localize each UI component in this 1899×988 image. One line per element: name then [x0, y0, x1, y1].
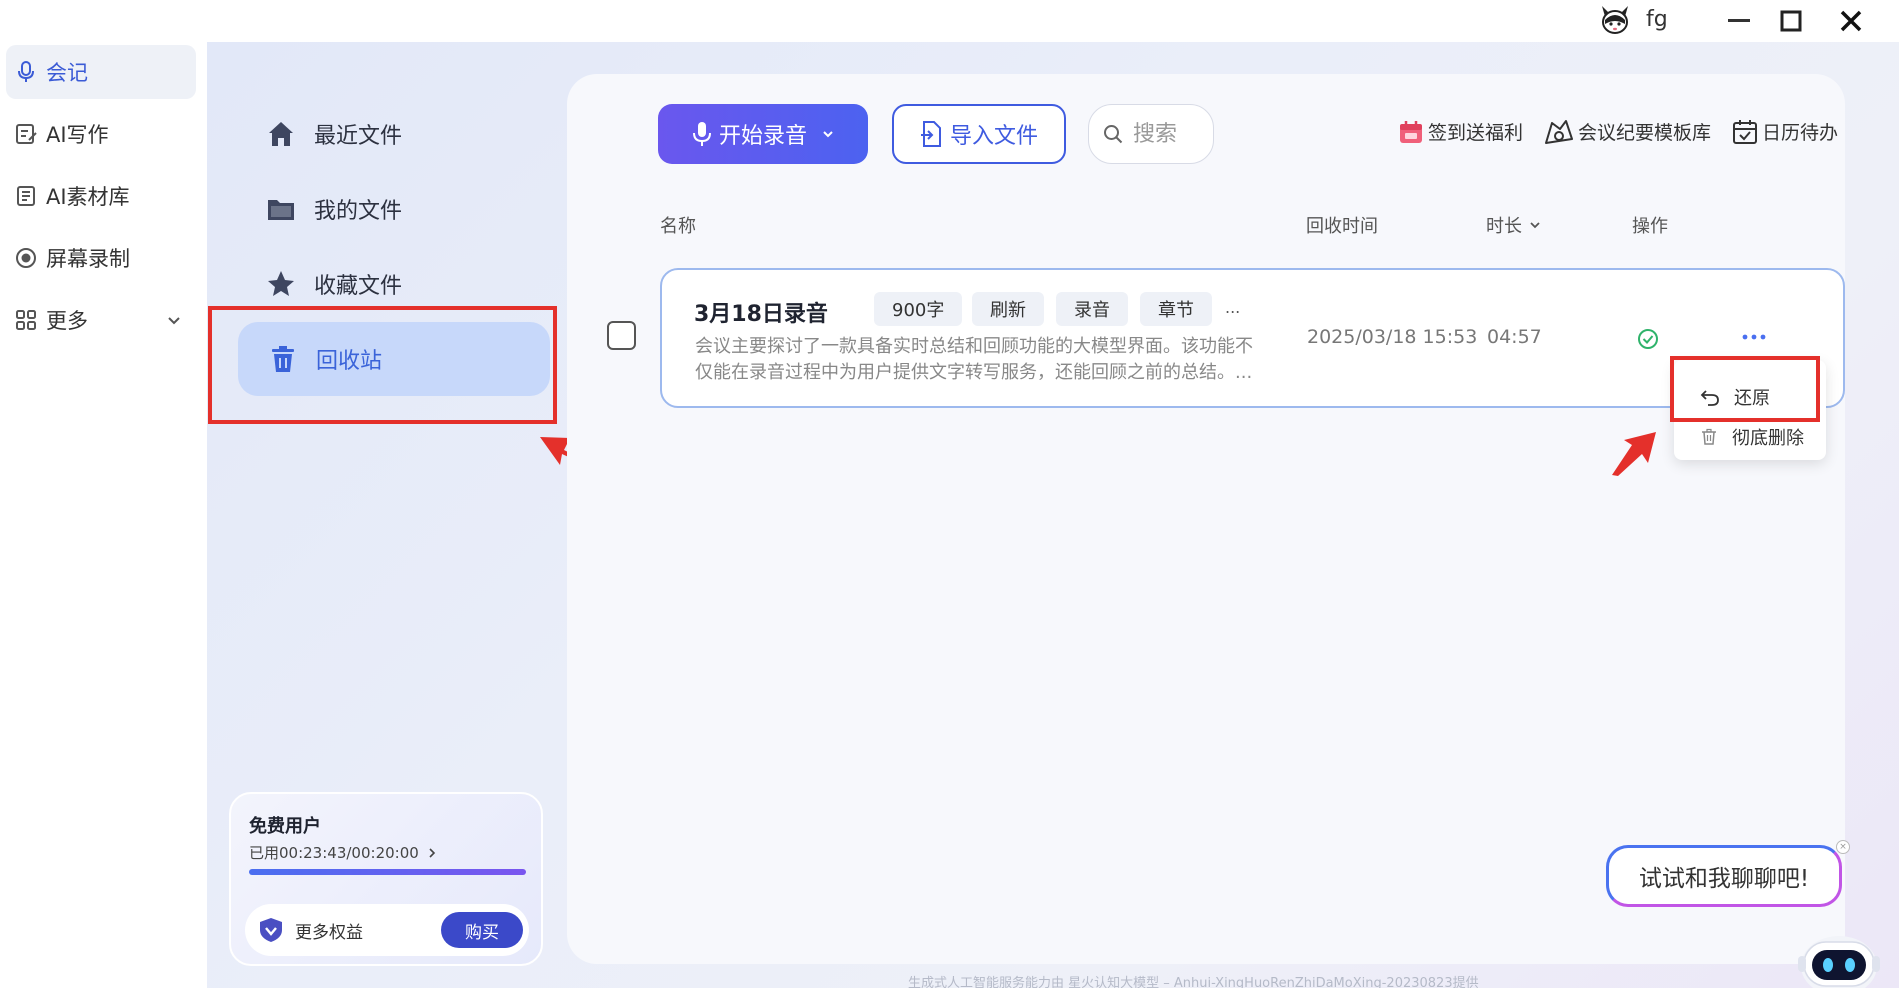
subnav-item-my-files[interactable]: 我的文件: [258, 172, 402, 246]
header-name: 名称: [660, 216, 696, 237]
header-action: 操作: [1632, 216, 1668, 237]
star-icon: [266, 269, 296, 299]
file-import-icon: [920, 121, 942, 147]
usage-progress-bar: [249, 869, 526, 875]
record-icon: [14, 246, 38, 270]
more-benefits-label[interactable]: 更多权益: [295, 918, 363, 943]
header-duration[interactable]: 时长: [1486, 212, 1542, 238]
chevron-right-icon: [429, 847, 435, 858]
tags-overflow: ...: [1225, 298, 1241, 317]
subnav-item-recent[interactable]: 最近文件: [258, 97, 402, 171]
calendar-todo-link[interactable]: 日历待办: [1732, 118, 1838, 145]
content-panel: [567, 74, 1845, 964]
buy-button[interactable]: 购买: [441, 912, 523, 948]
subnav-label: 收藏文件: [314, 274, 403, 299]
chevron-down-icon: [1528, 218, 1542, 232]
usage-link[interactable]: 已用00:23:43/00:20:00: [249, 842, 437, 863]
grid-icon: [14, 308, 38, 332]
nav-item-more[interactable]: 更多: [6, 293, 196, 347]
minutes-template-link[interactable]: 会议纪要模板库: [1544, 118, 1711, 145]
nav-label: 屏幕录制: [46, 247, 130, 271]
menu-item-delete-permanently[interactable]: 彻底删除: [1700, 422, 1804, 452]
calendar-gift-icon: [1398, 119, 1424, 145]
chevron-down-icon[interactable]: [821, 127, 835, 141]
plan-title: 免费用户: [249, 816, 321, 837]
tag-chip: 章节: [1140, 292, 1212, 326]
table-row[interactable]: 3月18日录音 900字 刷新 录音 章节 ... 会议主要探讨了一款具备实时总…: [660, 268, 1845, 408]
tag-chip: 900字: [874, 292, 963, 326]
recording-summary: 会议主要探讨了一款具备实时总结和回顾功能的大模型界面。该功能不仅能在录音过程中为…: [695, 336, 1253, 383]
checkin-rewards-label: 签到送福利: [1428, 122, 1524, 144]
menu-item-label: 彻底删除: [1732, 428, 1804, 449]
row-checkbox[interactable]: [607, 321, 636, 350]
folder-icon: [266, 194, 296, 224]
chevron-down-icon: [166, 312, 182, 328]
start-recording-button[interactable]: 开始录音: [658, 104, 868, 164]
highlight-box-recycle-bin: [208, 306, 557, 424]
tag-chip: 刷新: [972, 292, 1044, 326]
nav-label: AI素材库: [46, 185, 130, 209]
nav-label: 更多: [46, 309, 88, 333]
microphone-icon: [691, 121, 713, 147]
import-file-label: 导入文件: [949, 124, 1038, 149]
user-profile[interactable]: fg: [1598, 2, 1668, 36]
footer-disclaimer: 生成式人工智能服务能力由 星火认知大模型 – Anhui-XingHuoRenZ…: [908, 976, 1479, 988]
trash-icon: [1700, 428, 1718, 446]
nav-item-ai-writing[interactable]: AI写作: [6, 107, 196, 161]
shield-icon: [259, 917, 283, 943]
document-icon: [14, 184, 38, 208]
nav-item-screen-record[interactable]: 屏幕录制: [6, 231, 196, 285]
chat-prompt-bubble[interactable]: 试试和我聊聊吧!: [1606, 845, 1842, 907]
check-circle-icon: [1637, 328, 1659, 350]
import-file-button[interactable]: 导入文件: [892, 104, 1066, 164]
close-icon[interactable]: ×: [1836, 840, 1850, 854]
highlight-box-restore: [1670, 356, 1820, 422]
robot-assistant-icon[interactable]: [1796, 920, 1882, 988]
nav-label: AI写作: [46, 123, 109, 147]
subnav-label: 我的文件: [314, 199, 403, 224]
avatar-icon[interactable]: [1598, 2, 1632, 36]
search-icon: [1103, 124, 1123, 144]
red-arrow-icon: [1612, 432, 1656, 476]
user-plan-card: 免费用户 已用00:23:43/00:20:00 更多权益 购买: [229, 792, 543, 966]
duration-value: 04:57: [1487, 326, 1542, 348]
primary-sidebar: 会记 AI写作 AI素材库 屏幕录制 更多: [0, 42, 207, 988]
calendar-check-icon: [1732, 119, 1758, 145]
edit-icon: [14, 122, 38, 146]
header-recycle-time: 回收时间: [1306, 216, 1378, 237]
start-recording-label: 开始录音: [718, 124, 807, 149]
microphone-icon: [14, 60, 38, 84]
benefits-row: 更多权益 购买: [245, 904, 529, 956]
subnav-label: 最近文件: [314, 124, 403, 149]
nav-label: 会记: [46, 61, 88, 85]
tag-chip: 录音: [1056, 292, 1128, 326]
minimize-icon[interactable]: [1722, 4, 1756, 38]
search-input[interactable]: [1133, 121, 1203, 147]
close-icon[interactable]: [1834, 4, 1868, 38]
more-options-icon[interactable]: [1737, 325, 1771, 349]
recording-title: 3月18日录音: [694, 302, 828, 327]
nav-item-huiji[interactable]: 会记: [6, 45, 196, 99]
home-icon: [266, 119, 296, 149]
recycle-time-value: 2025/03/18 15:53: [1307, 326, 1478, 348]
minutes-template-label: 会议纪要模板库: [1578, 122, 1712, 144]
maximize-icon[interactable]: [1774, 4, 1808, 38]
calendar-todo-label: 日历待办: [1762, 122, 1839, 144]
header-duration-label: 时长: [1486, 216, 1522, 237]
username: fg: [1646, 6, 1668, 32]
title-bar: fg: [0, 0, 1899, 42]
checkin-rewards-link[interactable]: 签到送福利: [1398, 118, 1523, 145]
template-icon: [1544, 119, 1574, 145]
usage-text: 已用00:23:43/00:20:00: [249, 844, 419, 862]
nav-item-ai-material[interactable]: AI素材库: [6, 169, 196, 223]
search-box[interactable]: [1088, 104, 1214, 164]
